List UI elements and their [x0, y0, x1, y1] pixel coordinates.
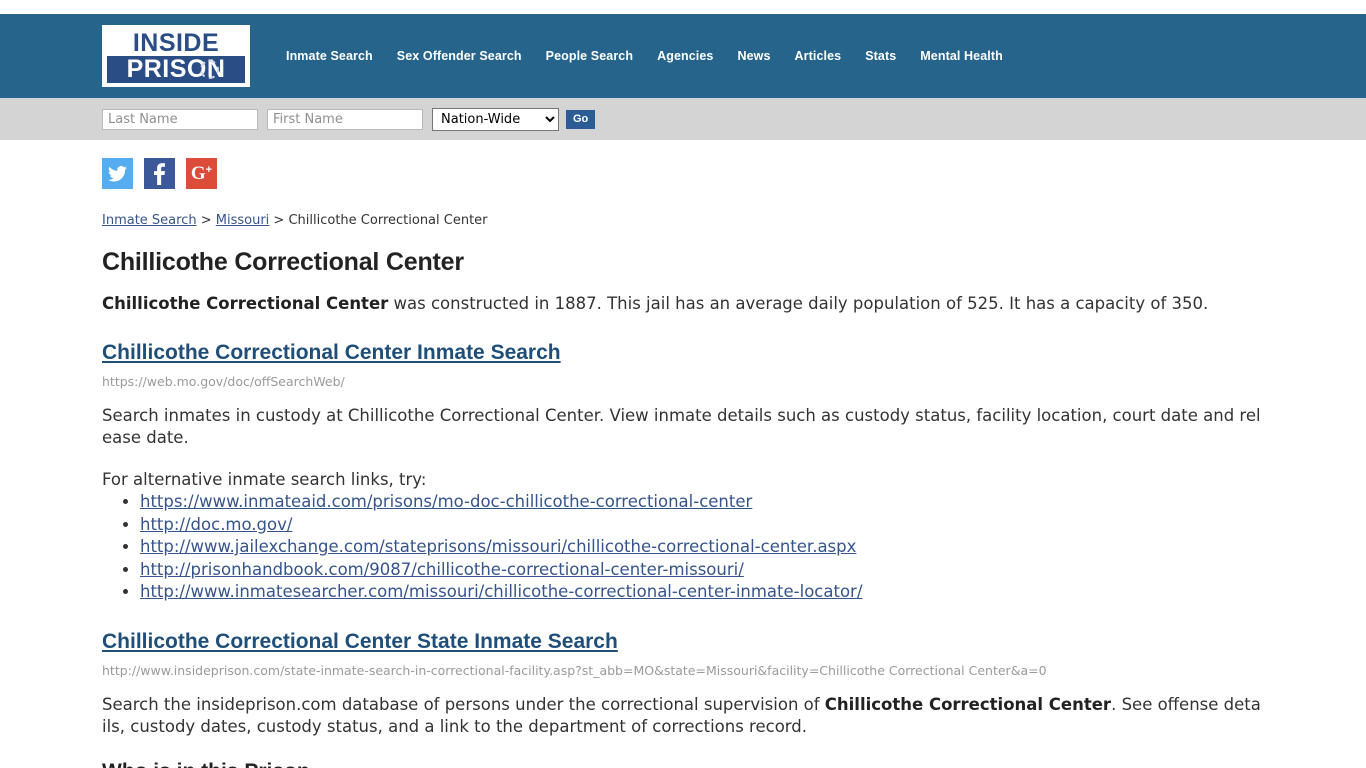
- top-white-strip: [0, 0, 1366, 14]
- main-navigation: Inmate Search Sex Offender Search People…: [286, 49, 1003, 63]
- nav-sex-offender-search[interactable]: Sex Offender Search: [397, 49, 522, 63]
- who-is-in-this-prison-heading: Who is in this Prison: [102, 760, 1264, 768]
- page-content: G+ Inmate Search > Missouri > Chillicoth…: [0, 140, 1366, 768]
- quick-search-bar: Nation-Wide Go: [0, 98, 1366, 140]
- inmate-search-url: https://web.mo.gov/doc/offSearchWeb/: [102, 374, 345, 389]
- list-item: http://doc.mo.gov/: [140, 514, 1264, 537]
- inmate-search-link[interactable]: Chillicothe Correctional Center Inmate S…: [102, 341, 561, 364]
- nav-news[interactable]: News: [737, 49, 770, 63]
- logo-line-inside: INSIDE: [107, 29, 245, 56]
- nav-people-search[interactable]: People Search: [546, 49, 633, 63]
- breadcrumb-current: Chillicothe Correctional Center: [288, 213, 488, 228]
- go-button[interactable]: Go: [566, 109, 596, 129]
- logo-line-prison: PRISON: [107, 55, 245, 83]
- breadcrumb-separator-1: >: [196, 213, 216, 228]
- state-inmate-search-description: Search the insideprison.com database of …: [102, 694, 1264, 738]
- state-desc-part1: Search the insideprison.com database of …: [102, 694, 825, 714]
- list-item: https://www.inmateaid.com/prisons/mo-doc…: [140, 491, 1264, 514]
- google-plus-plus-glyph: +: [205, 164, 213, 176]
- state-inmate-search-url: http://www.insideprison.com/state-inmate…: [102, 662, 1047, 678]
- inmate-search-description: Search inmates in custody at Chillicothe…: [102, 406, 1261, 447]
- nav-stats[interactable]: Stats: [865, 49, 896, 63]
- state-select[interactable]: Nation-Wide: [432, 107, 559, 131]
- twitter-share-button[interactable]: [102, 158, 133, 189]
- breadcrumb-inmate-search[interactable]: Inmate Search: [102, 213, 197, 228]
- alt-link-jailexchange[interactable]: http://www.jailexchange.com/stateprisons…: [140, 537, 856, 556]
- last-name-input[interactable]: [102, 108, 258, 130]
- breadcrumb: Inmate Search > Missouri > Chillicothe C…: [102, 213, 1264, 228]
- site-logo[interactable]: INSIDE PRISON: [102, 25, 250, 87]
- first-name-input[interactable]: [267, 108, 423, 130]
- state-inmate-search-link[interactable]: Chillicothe Correctional Center State In…: [102, 630, 618, 653]
- dashed-circle-icon: [200, 59, 219, 79]
- alt-link-prisonhandbook[interactable]: http://prisonhandbook.com/9087/chillicot…: [140, 560, 744, 579]
- facebook-icon: [154, 162, 165, 185]
- alt-link-inmateaid[interactable]: https://www.inmateaid.com/prisons/mo-doc…: [140, 492, 752, 511]
- intro-paragraph: Chillicothe Correctional Center was cons…: [102, 293, 1264, 315]
- breadcrumb-missouri[interactable]: Missouri: [216, 213, 270, 228]
- list-item: http://prisonhandbook.com/9087/chillicot…: [140, 559, 1264, 582]
- nav-inmate-search[interactable]: Inmate Search: [286, 49, 373, 63]
- alt-link-inmatesearcher[interactable]: http://www.inmatesearcher.com/missouri/c…: [140, 582, 862, 601]
- twitter-icon: [108, 165, 127, 182]
- alternative-links-list: https://www.inmateaid.com/prisons/mo-doc…: [102, 491, 1264, 604]
- nav-articles[interactable]: Articles: [795, 49, 842, 63]
- site-header: INSIDE PRISON Inmate Search Sex Offender…: [0, 14, 1366, 98]
- google-plus-glyph: G: [190, 163, 206, 184]
- section-inmate-search-heading: Chillicothe Correctional Center Inmate S…: [102, 341, 1264, 365]
- google-plus-share-button[interactable]: G+: [186, 158, 217, 189]
- list-item: http://www.inmatesearcher.com/missouri/c…: [140, 581, 1264, 604]
- alt-link-doc-mo-gov[interactable]: http://doc.mo.gov/: [140, 515, 292, 534]
- facebook-share-button[interactable]: [144, 158, 175, 189]
- state-desc-facility-name: Chillicothe Correctional Center: [824, 694, 1112, 714]
- alternative-links-intro: For alternative inmate search links, try…: [102, 470, 427, 489]
- social-share-row: G+: [102, 140, 1264, 189]
- breadcrumb-separator-2: >: [269, 213, 289, 228]
- page-title: Chillicothe Correctional Center: [102, 248, 464, 276]
- nav-agencies[interactable]: Agencies: [657, 49, 713, 63]
- intro-text: was constructed in 1887. This jail has a…: [388, 294, 1209, 313]
- nav-mental-health[interactable]: Mental Health: [920, 49, 1003, 63]
- section-state-inmate-search-heading: Chillicothe Correctional Center State In…: [102, 630, 1264, 654]
- list-item: http://www.jailexchange.com/stateprisons…: [140, 536, 1264, 559]
- intro-facility-name: Chillicothe Correctional Center: [102, 294, 389, 313]
- google-plus-icon: G+: [191, 164, 212, 183]
